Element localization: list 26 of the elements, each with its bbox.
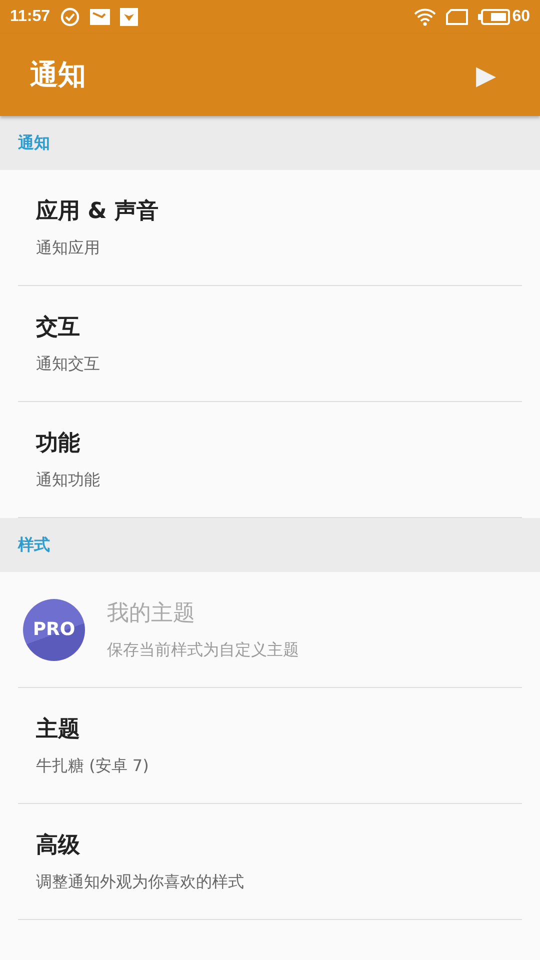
battery-level: 60 [512,8,530,26]
clock: 11:57 [10,8,50,26]
item-title: 高级 [36,832,81,860]
item-summary: 牛扎糖 (安卓 7) [36,756,149,777]
settings-item[interactable]: 高级 调整通知外观为你喜欢的样式 [18,804,522,920]
item-title: 我的主题 [107,600,196,628]
item-summary: 通知交互 [36,354,100,375]
settings-item[interactable]: 主题 牛扎糖 (安卓 7) [18,688,522,804]
item-summary: 通知应用 [36,238,101,259]
check-circle-icon [60,7,80,27]
pro-badge-icon: PRO [23,598,85,660]
section-header: 样式 [18,534,50,556]
item-title: 应用 & 声音 [36,198,159,226]
item-title: 交互 [36,314,81,342]
item-title: 功能 [36,430,81,458]
battery-icon [478,9,510,25]
item-summary: 调整通知外观为你喜欢的样式 [36,872,244,893]
settings-item[interactable]: 应用 & 声音 通知应用 [18,170,522,286]
toolbar-title: 通知 [30,57,86,93]
section-header: 通知 [18,132,50,154]
settings-item[interactable]: 交互 通知交互 [18,286,522,402]
item-summary: 通知功能 [36,470,100,491]
sim-card-icon [446,9,468,25]
item-title: 主题 [36,716,81,744]
item-summary: 保存当前样式为自定义主题 [107,640,299,661]
wifi-icon [414,8,436,26]
